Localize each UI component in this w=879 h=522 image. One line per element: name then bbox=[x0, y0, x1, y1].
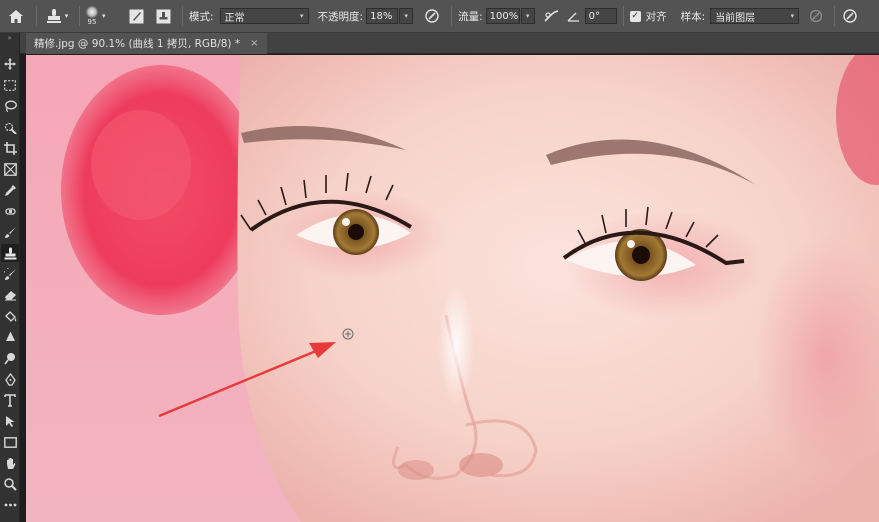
hand-tool[interactable] bbox=[1, 454, 19, 472]
opacity-slider-toggle[interactable]: ▾ bbox=[399, 8, 414, 24]
history-brush-tool[interactable] bbox=[1, 265, 19, 283]
pen-icon bbox=[4, 372, 16, 386]
document-tab-bar: 精修.jpg @ 90.1% (曲线 1 拷贝, RGB/8) * × bbox=[20, 33, 879, 54]
bandage-icon bbox=[4, 207, 16, 215]
document-tab-title: 精修.jpg @ 90.1% (曲线 1 拷贝, RGB/8) * bbox=[34, 38, 241, 50]
eyedropper-icon bbox=[4, 184, 16, 196]
eraser-icon bbox=[4, 291, 16, 301]
blur-drop-icon bbox=[5, 331, 15, 341]
options-bar: ▾ 95 ▾ 模式: 正常 ▾ 不透明度: 18% ▾ 流量: 100% ▾ 0… bbox=[0, 0, 879, 33]
angle-icon bbox=[565, 11, 583, 22]
document-tab[interactable]: 精修.jpg @ 90.1% (曲线 1 拷贝, RGB/8) * × bbox=[26, 33, 267, 54]
sample-select[interactable]: 当前图层 ▾ bbox=[710, 8, 800, 24]
dodge-icon bbox=[3, 352, 15, 364]
image-canvas[interactable] bbox=[26, 55, 879, 522]
pen-tool[interactable] bbox=[1, 370, 19, 388]
close-icon[interactable]: × bbox=[250, 38, 258, 49]
separator bbox=[622, 6, 624, 26]
clone-stamp-icon bbox=[4, 247, 16, 259]
angle-input[interactable]: 0° bbox=[584, 8, 617, 24]
brush-tool[interactable] bbox=[1, 223, 19, 241]
pressure-opacity-icon[interactable] bbox=[419, 8, 445, 24]
tool-preset-picker[interactable]: ▾ bbox=[41, 8, 73, 24]
type-tool[interactable] bbox=[1, 391, 19, 409]
separator bbox=[36, 6, 37, 26]
home-icon[interactable] bbox=[0, 0, 32, 33]
path-selection-tool[interactable] bbox=[1, 412, 19, 430]
separator bbox=[79, 6, 80, 26]
sample-value: 当前图层 bbox=[715, 12, 756, 24]
zoom-tool[interactable] bbox=[1, 475, 19, 493]
airbrush-icon[interactable] bbox=[539, 9, 565, 23]
rectangle-icon bbox=[3, 436, 17, 448]
opacity-input[interactable]: 18% bbox=[366, 8, 399, 24]
zoom-icon bbox=[3, 477, 17, 491]
eraser-tool[interactable] bbox=[1, 286, 19, 304]
move-tool[interactable] bbox=[1, 55, 19, 73]
blur-tool[interactable] bbox=[1, 328, 19, 346]
chevron-down-icon: ▾ bbox=[525, 12, 530, 20]
more-tools[interactable] bbox=[1, 496, 19, 514]
flow-input[interactable]: 100% bbox=[485, 8, 520, 24]
clone-source-panel-icon[interactable] bbox=[150, 9, 176, 24]
mode-label: 模式: bbox=[189, 10, 214, 23]
lasso-icon bbox=[4, 100, 17, 112]
clone-stamp-icon bbox=[46, 9, 61, 23]
clone-stamp-tool[interactable] bbox=[1, 244, 19, 262]
ellipsis-icon bbox=[4, 503, 16, 507]
chevron-down-icon: ▾ bbox=[300, 12, 304, 20]
quick-select-tool[interactable] bbox=[1, 118, 19, 136]
chevron-down-icon: ▾ bbox=[790, 12, 795, 20]
quick-selection-icon bbox=[4, 122, 17, 134]
align-label: 对齐 bbox=[645, 10, 667, 23]
opacity-label: 不透明度: bbox=[317, 10, 364, 23]
marquee-tool[interactable] bbox=[1, 76, 19, 94]
flow-slider-toggle[interactable]: ▾ bbox=[520, 8, 535, 24]
dodge-tool[interactable] bbox=[1, 349, 19, 367]
arrow-cursor-icon bbox=[5, 415, 14, 427]
eyedropper-tool[interactable] bbox=[1, 181, 19, 199]
paint-bucket-icon bbox=[4, 310, 16, 322]
rectangle-marquee-icon bbox=[4, 79, 16, 91]
frame-icon bbox=[3, 162, 17, 176]
brush-icon bbox=[4, 226, 16, 238]
sample-label: 样本: bbox=[680, 10, 706, 23]
paint-bucket-tool[interactable] bbox=[1, 307, 19, 325]
brush-preset-picker[interactable]: 95 ▾ bbox=[86, 6, 116, 26]
flow-label: 流量: bbox=[458, 10, 483, 23]
move-icon bbox=[4, 58, 16, 70]
mode-select[interactable]: 正常 ▾ bbox=[219, 8, 309, 24]
mode-value: 正常 bbox=[224, 12, 245, 24]
brush-settings-panel-icon[interactable] bbox=[122, 9, 150, 24]
rectangle-tool[interactable] bbox=[1, 433, 19, 451]
healing-brush-tool[interactable] bbox=[1, 202, 19, 220]
separator bbox=[182, 6, 183, 26]
hand-icon bbox=[6, 457, 15, 469]
pressure-size-icon[interactable] bbox=[839, 8, 861, 24]
collapse-panel-icon[interactable]: » bbox=[0, 33, 19, 43]
photo-portrait bbox=[26, 55, 879, 522]
crop-icon bbox=[3, 141, 17, 155]
chevron-down-icon: ▾ bbox=[404, 12, 408, 20]
brush-tip-icon bbox=[86, 6, 98, 18]
frame-tool[interactable] bbox=[1, 160, 19, 178]
align-checkbox[interactable]: ✓ bbox=[629, 10, 641, 22]
history-brush-icon bbox=[3, 267, 16, 280]
tools-panel: » bbox=[0, 33, 20, 522]
brush-size-value: 95 bbox=[87, 18, 97, 26]
separator bbox=[834, 6, 836, 26]
lasso-tool[interactable] bbox=[1, 97, 19, 115]
type-icon bbox=[4, 393, 16, 407]
separator bbox=[451, 6, 453, 26]
photoshop-window: ▾ 95 ▾ 模式: 正常 ▾ 不透明度: 18% ▾ 流量: 100% ▾ 0… bbox=[0, 0, 879, 522]
crop-tool[interactable] bbox=[1, 139, 19, 157]
ignore-adjustment-layers-icon[interactable] bbox=[802, 9, 830, 23]
